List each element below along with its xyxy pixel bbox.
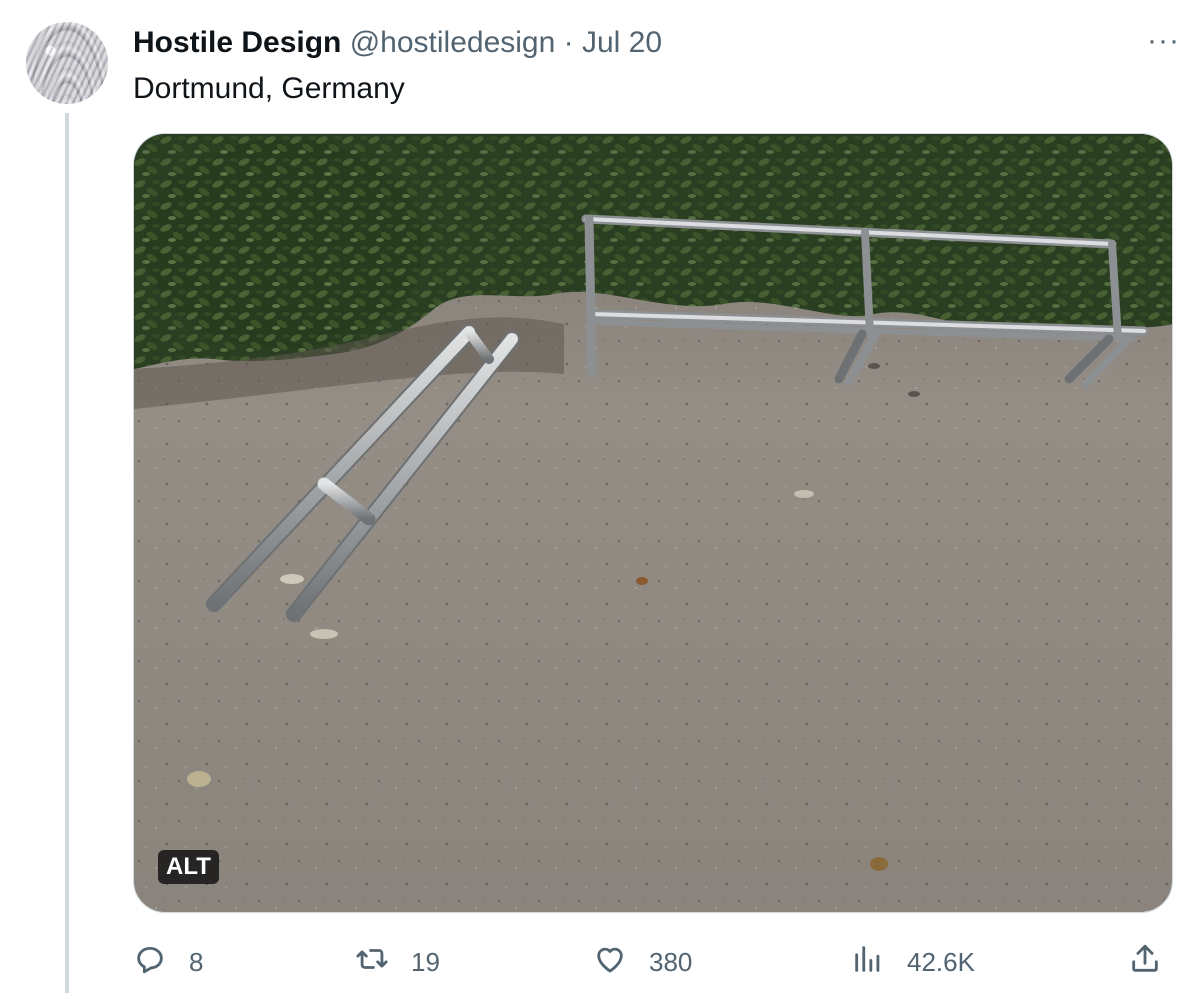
speech-bubble-icon	[133, 942, 167, 983]
tweet-header: Hostile Design @hostiledesign · Jul 20	[133, 24, 662, 62]
more-options-button[interactable]: ···	[1147, 26, 1180, 56]
bar-chart-icon	[851, 942, 885, 983]
tweet-text: Dortmund, Germany	[133, 72, 405, 105]
upload-arrow-icon	[1128, 942, 1162, 983]
retweet-button[interactable]: 19	[355, 940, 440, 984]
reply-button[interactable]: 8	[133, 940, 203, 984]
share-button[interactable]	[1128, 940, 1162, 984]
author-handle[interactable]: @hostiledesign	[350, 26, 556, 59]
header-separator: ·	[563, 26, 574, 59]
media-photo	[134, 134, 1172, 912]
alt-text-badge[interactable]: ALT	[158, 850, 219, 884]
author-avatar[interactable]	[26, 22, 108, 104]
retweet-count: 19	[411, 946, 440, 977]
action-bar: 8 19 380 42.6K	[133, 940, 1173, 984]
heart-icon	[593, 942, 627, 983]
views-count: 42.6K	[907, 946, 975, 977]
thread-line	[65, 113, 69, 993]
author-name[interactable]: Hostile Design	[133, 26, 341, 59]
tweet-date[interactable]: Jul 20	[582, 26, 662, 59]
like-count: 380	[649, 946, 693, 977]
retweet-arrows-icon	[355, 942, 389, 983]
tweet-media[interactable]: ALT	[133, 133, 1173, 913]
views-button[interactable]: 42.6K	[851, 940, 975, 984]
reply-count: 8	[189, 946, 204, 977]
like-button[interactable]: 380	[593, 940, 692, 984]
